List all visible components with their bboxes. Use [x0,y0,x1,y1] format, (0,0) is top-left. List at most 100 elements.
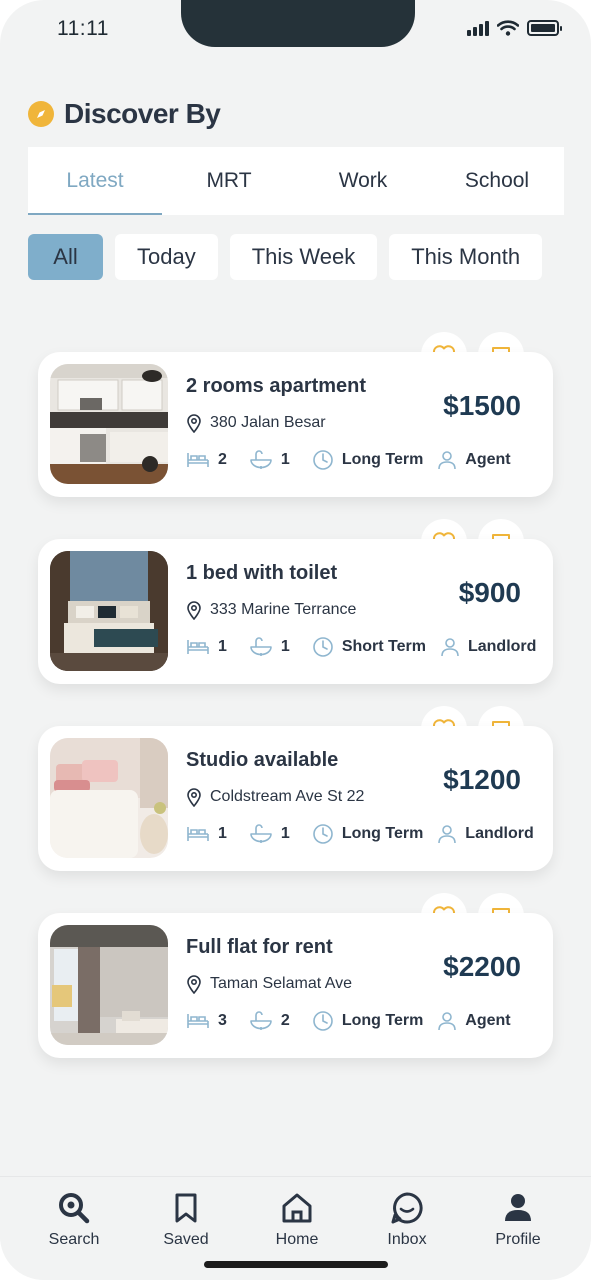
nav-search[interactable]: Search [29,1191,119,1249]
search-icon [59,1193,90,1224]
listing-address: 380 Jalan Besar [186,413,326,433]
listing-price: $1500 [443,390,521,421]
filter-all[interactable]: All [28,234,103,280]
phone-screen: 11:11 Discover By Latest MRT Work School… [0,0,591,1280]
listing-meta: 2 1 Long Term Agent [186,449,511,471]
bed-count: 3 [218,1012,227,1029]
nav-home[interactable]: Home [252,1191,342,1249]
bed-icon [187,827,209,841]
bath-count: 1 [280,638,290,655]
bed-count: 2 [218,451,227,468]
bathtub-icon [250,637,272,656]
signal-icon [467,20,489,36]
listing-photo[interactable] [50,551,168,671]
filter-this-week[interactable]: This Week [229,234,378,280]
bed-count: 1 [218,638,227,655]
listing-title: Full flat for rent [186,936,333,958]
page-title: Discover By [64,98,221,129]
status-icons [467,20,562,36]
profile-icon [505,1194,531,1221]
bathtub-icon [250,450,272,469]
listing-photo[interactable] [50,738,168,858]
bathtub-icon [250,1011,272,1030]
bathtub-icon [250,824,272,843]
person-icon [438,451,457,470]
poster-type: Agent [465,1012,511,1029]
person-icon [438,825,457,844]
listing-title: Studio available [186,749,339,771]
bed-count: 1 [218,825,227,842]
clock-icon [313,1011,333,1031]
notch [181,0,415,47]
nav-search-label: Search [48,1231,100,1248]
listing-meta: 1 1 Long Term Landlord [186,823,534,845]
tab-latest[interactable]: Latest [28,147,162,215]
lease-term: Short Term [341,638,426,655]
chat-icon [391,1192,423,1224]
listing-card-body[interactable]: 2 rooms apartment 380 Jalan Besar $1500 … [38,352,553,497]
listing-card-body[interactable]: Full flat for rent Taman Selamat Ave $22… [38,913,553,1058]
status-time: 11:11 [57,17,109,40]
battery-icon [527,20,562,36]
compass-icon [28,101,54,127]
clock-icon [313,824,333,844]
listing-meta: 3 2 Long Term Agent [186,1010,511,1032]
tab-mrt[interactable]: MRT [162,147,296,215]
poster-type: Landlord [467,638,537,655]
listing-address: 333 Marine Terrance [186,600,356,620]
bath-count: 2 [280,1012,290,1029]
listing-price: $900 [458,577,521,608]
poster-type: Landlord [465,825,534,842]
listing-card[interactable]: Full flat for rent Taman Selamat Ave $22… [38,893,553,1063]
home-indicator [204,1261,388,1268]
tab-work[interactable]: Work [296,147,430,215]
listing-title: 1 bed with toilet [186,562,338,584]
listing-card-body[interactable]: Studio available Coldstream Ave St 22 $1… [38,726,553,871]
nav-saved[interactable]: Saved [141,1191,231,1249]
listing-address-text: 333 Marine Terrance [210,601,357,618]
person-icon [441,638,459,657]
wifi-icon [497,20,519,36]
home-icon [282,1193,312,1223]
listing-photo[interactable] [50,925,168,1045]
clock-icon [313,637,333,657]
listing-card[interactable]: 1 bed with toilet 333 Marine Terrance $9… [38,519,553,689]
listing-price: $2200 [443,951,521,982]
page-header: Discover By [28,98,221,130]
nav-profile-label: Profile [495,1231,541,1248]
listing-card[interactable]: Studio available Coldstream Ave St 22 $1… [38,706,553,876]
listing-meta: 1 1 Short Term Landlord [186,636,536,658]
lease-term: Long Term [341,825,424,842]
listing-card-body[interactable]: 1 bed with toilet 333 Marine Terrance $9… [38,539,553,684]
lease-term: Long Term [341,1012,424,1029]
nav-saved-label: Saved [163,1231,209,1248]
nav-inbox-label: Inbox [387,1231,427,1248]
listing-address-text: 380 Jalan Besar [210,414,326,431]
listing-address-text: Taman Selamat Ave [210,975,353,992]
time-filters: All Today This Week This Month [28,234,543,280]
filter-this-month[interactable]: This Month [389,234,543,280]
bath-count: 1 [280,451,290,468]
listing-price: $1200 [443,764,521,795]
category-tabs: Latest MRT Work School [28,147,564,215]
nav-home-label: Home [275,1231,319,1248]
bed-icon [187,640,209,654]
location-pin-icon [187,975,201,994]
bed-icon [187,1014,209,1028]
nav-inbox[interactable]: Inbox [362,1191,452,1249]
bed-icon [187,453,209,467]
location-pin-icon [187,788,201,807]
clock-icon [313,450,333,470]
tab-school[interactable]: School [430,147,564,215]
bookmark-icon [175,1193,197,1223]
location-pin-icon [187,601,201,620]
lease-term: Long Term [341,451,424,468]
listing-address: Taman Selamat Ave [186,974,352,994]
listing-photo[interactable] [50,364,168,484]
person-icon [438,1012,457,1031]
poster-type: Agent [465,451,511,468]
listing-card[interactable]: 2 rooms apartment 380 Jalan Besar $1500 … [38,332,553,502]
location-pin-icon [187,414,201,433]
filter-today[interactable]: Today [115,234,218,280]
nav-profile[interactable]: Profile [473,1191,563,1249]
